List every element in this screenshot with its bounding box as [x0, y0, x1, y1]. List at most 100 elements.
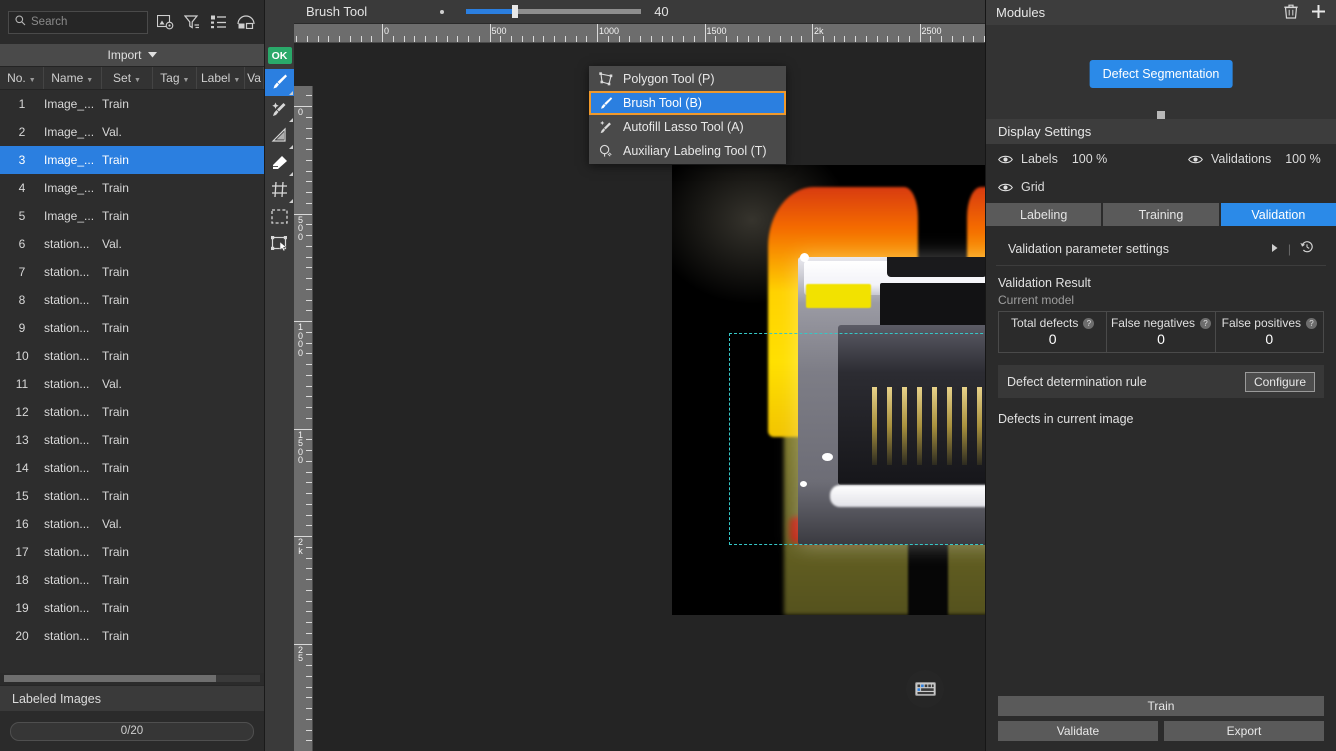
table-row[interactable]: 3 Image_... Train: [0, 146, 264, 174]
brush-size-min-icon: [440, 9, 445, 14]
chevron-right-icon[interactable]: [1271, 242, 1279, 256]
vertical-ruler[interactable]: 0 500 1000 1500 2k 25: [294, 86, 313, 751]
column-header-label[interactable]: Label ▼: [197, 67, 246, 89]
tab-training[interactable]: Training: [1103, 203, 1221, 226]
help-icon[interactable]: ?: [1083, 317, 1095, 329]
ruler-label: 1500: [706, 26, 727, 36]
menu-item-label: Autofill Lasso Tool (A): [623, 120, 744, 134]
ruler-minor-tick: [306, 128, 312, 129]
plus-icon[interactable]: [1311, 4, 1326, 22]
trash-icon[interactable]: [1284, 4, 1298, 22]
validate-button[interactable]: Validate: [998, 721, 1158, 741]
tab-label: Validation: [1251, 207, 1306, 222]
cell-name: station...: [44, 321, 90, 335]
image-filter-icon[interactable]: [155, 12, 175, 32]
ruler-minor-tick: [404, 36, 405, 42]
ruler-minor-tick: [306, 611, 312, 612]
annotated-image[interactable]: [672, 165, 985, 615]
menu-item-auxiliary-labeling-tool[interactable]: Auxiliary Labeling Tool (T): [589, 139, 786, 163]
column-header-va[interactable]: Va: [245, 67, 264, 89]
table-row[interactable]: 13 station... Train: [0, 426, 264, 454]
history-revert-icon[interactable]: [1300, 240, 1314, 257]
search-input[interactable]: Search: [8, 10, 148, 34]
table-row[interactable]: 7 station... Train: [0, 258, 264, 286]
column-header-set[interactable]: Set ▼: [102, 67, 154, 89]
connector-pins: [872, 387, 985, 465]
help-icon[interactable]: ?: [1306, 317, 1317, 329]
table-row[interactable]: 19 station... Train: [0, 594, 264, 622]
image-list-panel: Search Import No.▼ Name▼ Set▼ Tag▼ L: [0, 0, 265, 751]
display-toggle-labels[interactable]: Labels 100 %: [998, 152, 1188, 166]
tab-validation[interactable]: Validation: [1220, 203, 1336, 226]
ruler-minor-tick: [306, 579, 312, 580]
tool-context-menu[interactable]: Polygon Tool (P) Brush Tool (B) Autofill…: [589, 66, 786, 164]
train-button[interactable]: Train: [998, 696, 1324, 716]
configure-button[interactable]: Configure: [1244, 371, 1315, 392]
ok-badge-label: OK: [267, 47, 292, 64]
eye-icon[interactable]: [998, 181, 1013, 193]
connector-dark-slot: [880, 283, 985, 331]
table-row[interactable]: 1 Image_... Train: [0, 90, 264, 118]
table-row[interactable]: 18 station... Train: [0, 566, 264, 594]
column-header-tag[interactable]: Tag ▼: [153, 67, 198, 89]
list-horizontal-scrollbar[interactable]: [0, 673, 264, 685]
column-header-no[interactable]: No. ▼: [0, 67, 44, 89]
keyboard-shortcuts-button[interactable]: [906, 670, 944, 708]
table-row[interactable]: 11 station... Val.: [0, 370, 264, 398]
table-row[interactable]: 20 station... Train: [0, 622, 264, 650]
menu-item-polygon-tool[interactable]: Polygon Tool (P): [589, 67, 786, 91]
menu-item-brush-tool[interactable]: Brush Tool (B): [589, 91, 786, 115]
column-header-name[interactable]: Name ▼: [44, 67, 102, 89]
table-row[interactable]: 5 Image_... Train: [0, 202, 264, 230]
toolbar-autofill-lasso-tool[interactable]: [265, 96, 294, 123]
toolbar-brush-tool[interactable]: [265, 69, 294, 96]
table-row[interactable]: 8 station... Train: [0, 286, 264, 314]
display-toggle-validations[interactable]: Validations 100 %: [1188, 152, 1321, 166]
table-row[interactable]: 17 station... Train: [0, 538, 264, 566]
toolbar-transform-tool[interactable]: [265, 231, 294, 258]
toolbar-eraser-tool[interactable]: [265, 150, 294, 177]
modules-graph-canvas[interactable]: Defect Segmentation: [986, 25, 1336, 119]
toolbar-gradient-fill-tool[interactable]: [265, 123, 294, 150]
eye-icon[interactable]: [1188, 153, 1203, 165]
slider-knob[interactable]: [511, 5, 518, 18]
ok-confirm-button[interactable]: OK: [265, 42, 294, 69]
toolbar-marquee-select-tool[interactable]: [265, 204, 294, 231]
module-node-defect-segmentation[interactable]: Defect Segmentation: [1089, 60, 1233, 88]
cell-name: Image_...: [44, 153, 95, 167]
table-row[interactable]: 16 station... Val.: [0, 510, 264, 538]
import-button[interactable]: Import: [0, 44, 264, 66]
table-row[interactable]: 9 station... Train: [0, 314, 264, 342]
validation-parameter-settings-row[interactable]: Validation parameter settings |: [996, 232, 1326, 266]
table-row[interactable]: 12 station... Train: [0, 398, 264, 426]
eye-icon[interactable]: [998, 153, 1013, 165]
table-row[interactable]: 2 Image_... Val.: [0, 118, 264, 146]
layout-view-icon[interactable]: [236, 12, 256, 32]
toolbar-grid-tool[interactable]: [265, 177, 294, 204]
help-icon[interactable]: ?: [1200, 317, 1212, 329]
brush-size-slider[interactable]: [466, 2, 642, 22]
menu-item-autofill-lasso-tool[interactable]: Autofill Lasso Tool (A): [589, 115, 786, 139]
connector-pin: [917, 387, 922, 465]
table-row[interactable]: 4 Image_... Train: [0, 174, 264, 202]
list-view-icon[interactable]: [209, 12, 229, 32]
ruler-minor-tick: [576, 36, 577, 42]
image-list[interactable]: 1 Image_... Train 2 Image_... Val. 3 Image_... T…: [0, 90, 264, 673]
horizontal-ruler[interactable]: 0 500 1000 1500 2k 2500: [294, 24, 985, 43]
filter-icon[interactable]: [182, 12, 202, 32]
module-output-port[interactable]: [1157, 111, 1165, 119]
table-row[interactable]: 10 station... Train: [0, 342, 264, 370]
cell-name: station...: [44, 461, 90, 475]
specular-highlight: [800, 253, 809, 262]
table-row[interactable]: 6 station... Val.: [0, 230, 264, 258]
cell-no: 1: [18, 97, 26, 111]
connector-pin: [962, 387, 967, 465]
ruler-label: 2k: [297, 537, 303, 556]
tab-labeling[interactable]: Labeling: [986, 203, 1104, 226]
ruler-minor-tick: [306, 504, 312, 505]
table-row[interactable]: 15 station... Train: [0, 482, 264, 510]
table-row[interactable]: 14 station... Train: [0, 454, 264, 482]
display-toggle-grid[interactable]: Grid: [998, 180, 1045, 194]
ruler-minor-tick: [705, 36, 706, 42]
export-button[interactable]: Export: [1164, 721, 1324, 741]
